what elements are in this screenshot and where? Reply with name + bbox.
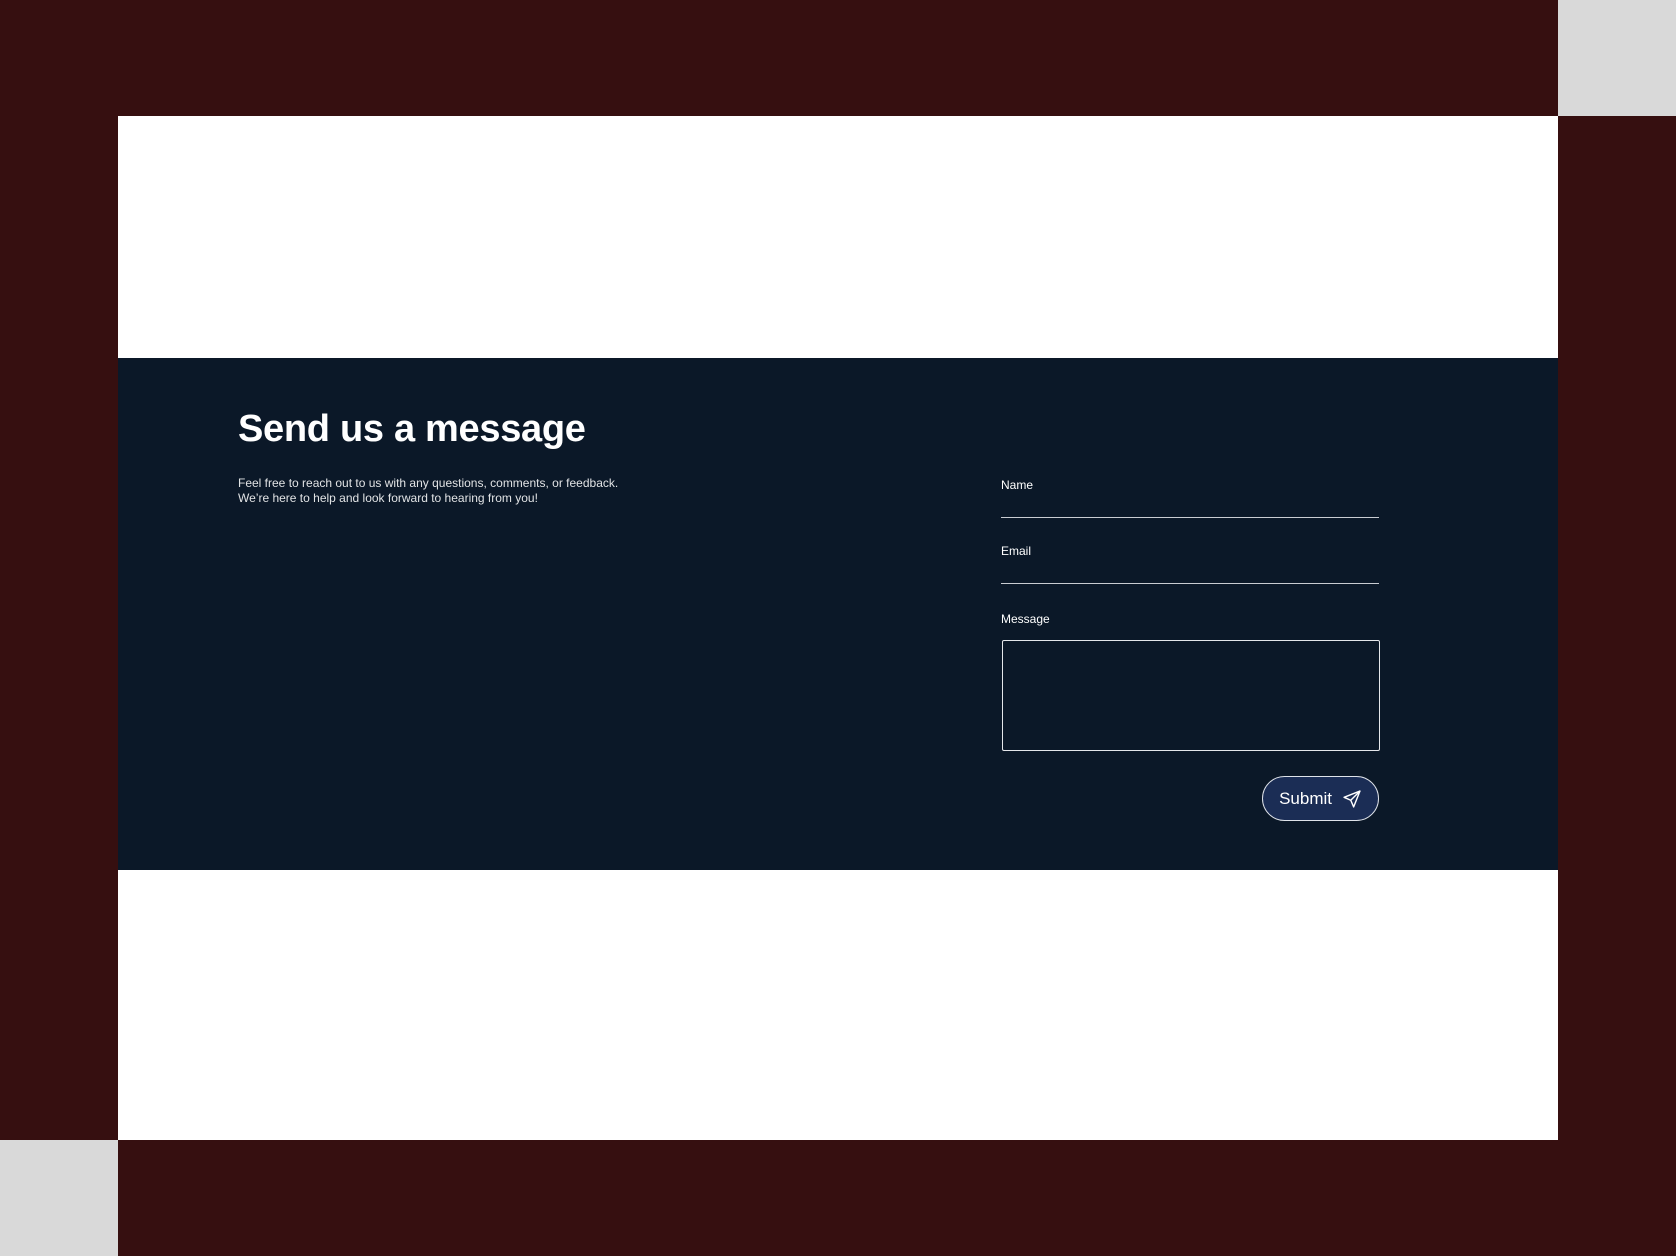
name-field: Name (1001, 478, 1379, 518)
contact-section: Send us a message Feel free to reach out… (118, 358, 1558, 870)
description-line-2: We’re here to help and look forward to h… (238, 491, 538, 505)
contact-form: Name Email Message Submit (1001, 478, 1380, 821)
page-bottom-area (118, 870, 1558, 1140)
email-label: Email (1001, 544, 1032, 558)
email-input[interactable] (1001, 558, 1379, 584)
message-label: Message (1001, 612, 1050, 626)
page-title: Send us a message (238, 408, 586, 450)
contact-intro: Send us a message Feel free to reach out… (238, 406, 718, 506)
send-icon (1342, 789, 1362, 809)
description-line-1: Feel free to reach out to us with any qu… (238, 476, 619, 490)
contact-description: Feel free to reach out to us with any qu… (238, 476, 718, 506)
name-label: Name (1001, 478, 1034, 492)
submit-button-label: Submit (1279, 788, 1332, 808)
message-textarea[interactable] (1002, 640, 1380, 751)
corner-swatch-top-right (1558, 0, 1676, 116)
submit-row: Submit (1001, 776, 1379, 821)
submit-button[interactable]: Submit (1262, 776, 1379, 821)
corner-swatch-bottom-left (0, 1140, 118, 1256)
email-field: Email (1001, 544, 1379, 584)
name-input[interactable] (1001, 492, 1379, 518)
page-frame: Send us a message Feel free to reach out… (118, 116, 1558, 1140)
message-field: Message (1001, 612, 1380, 751)
